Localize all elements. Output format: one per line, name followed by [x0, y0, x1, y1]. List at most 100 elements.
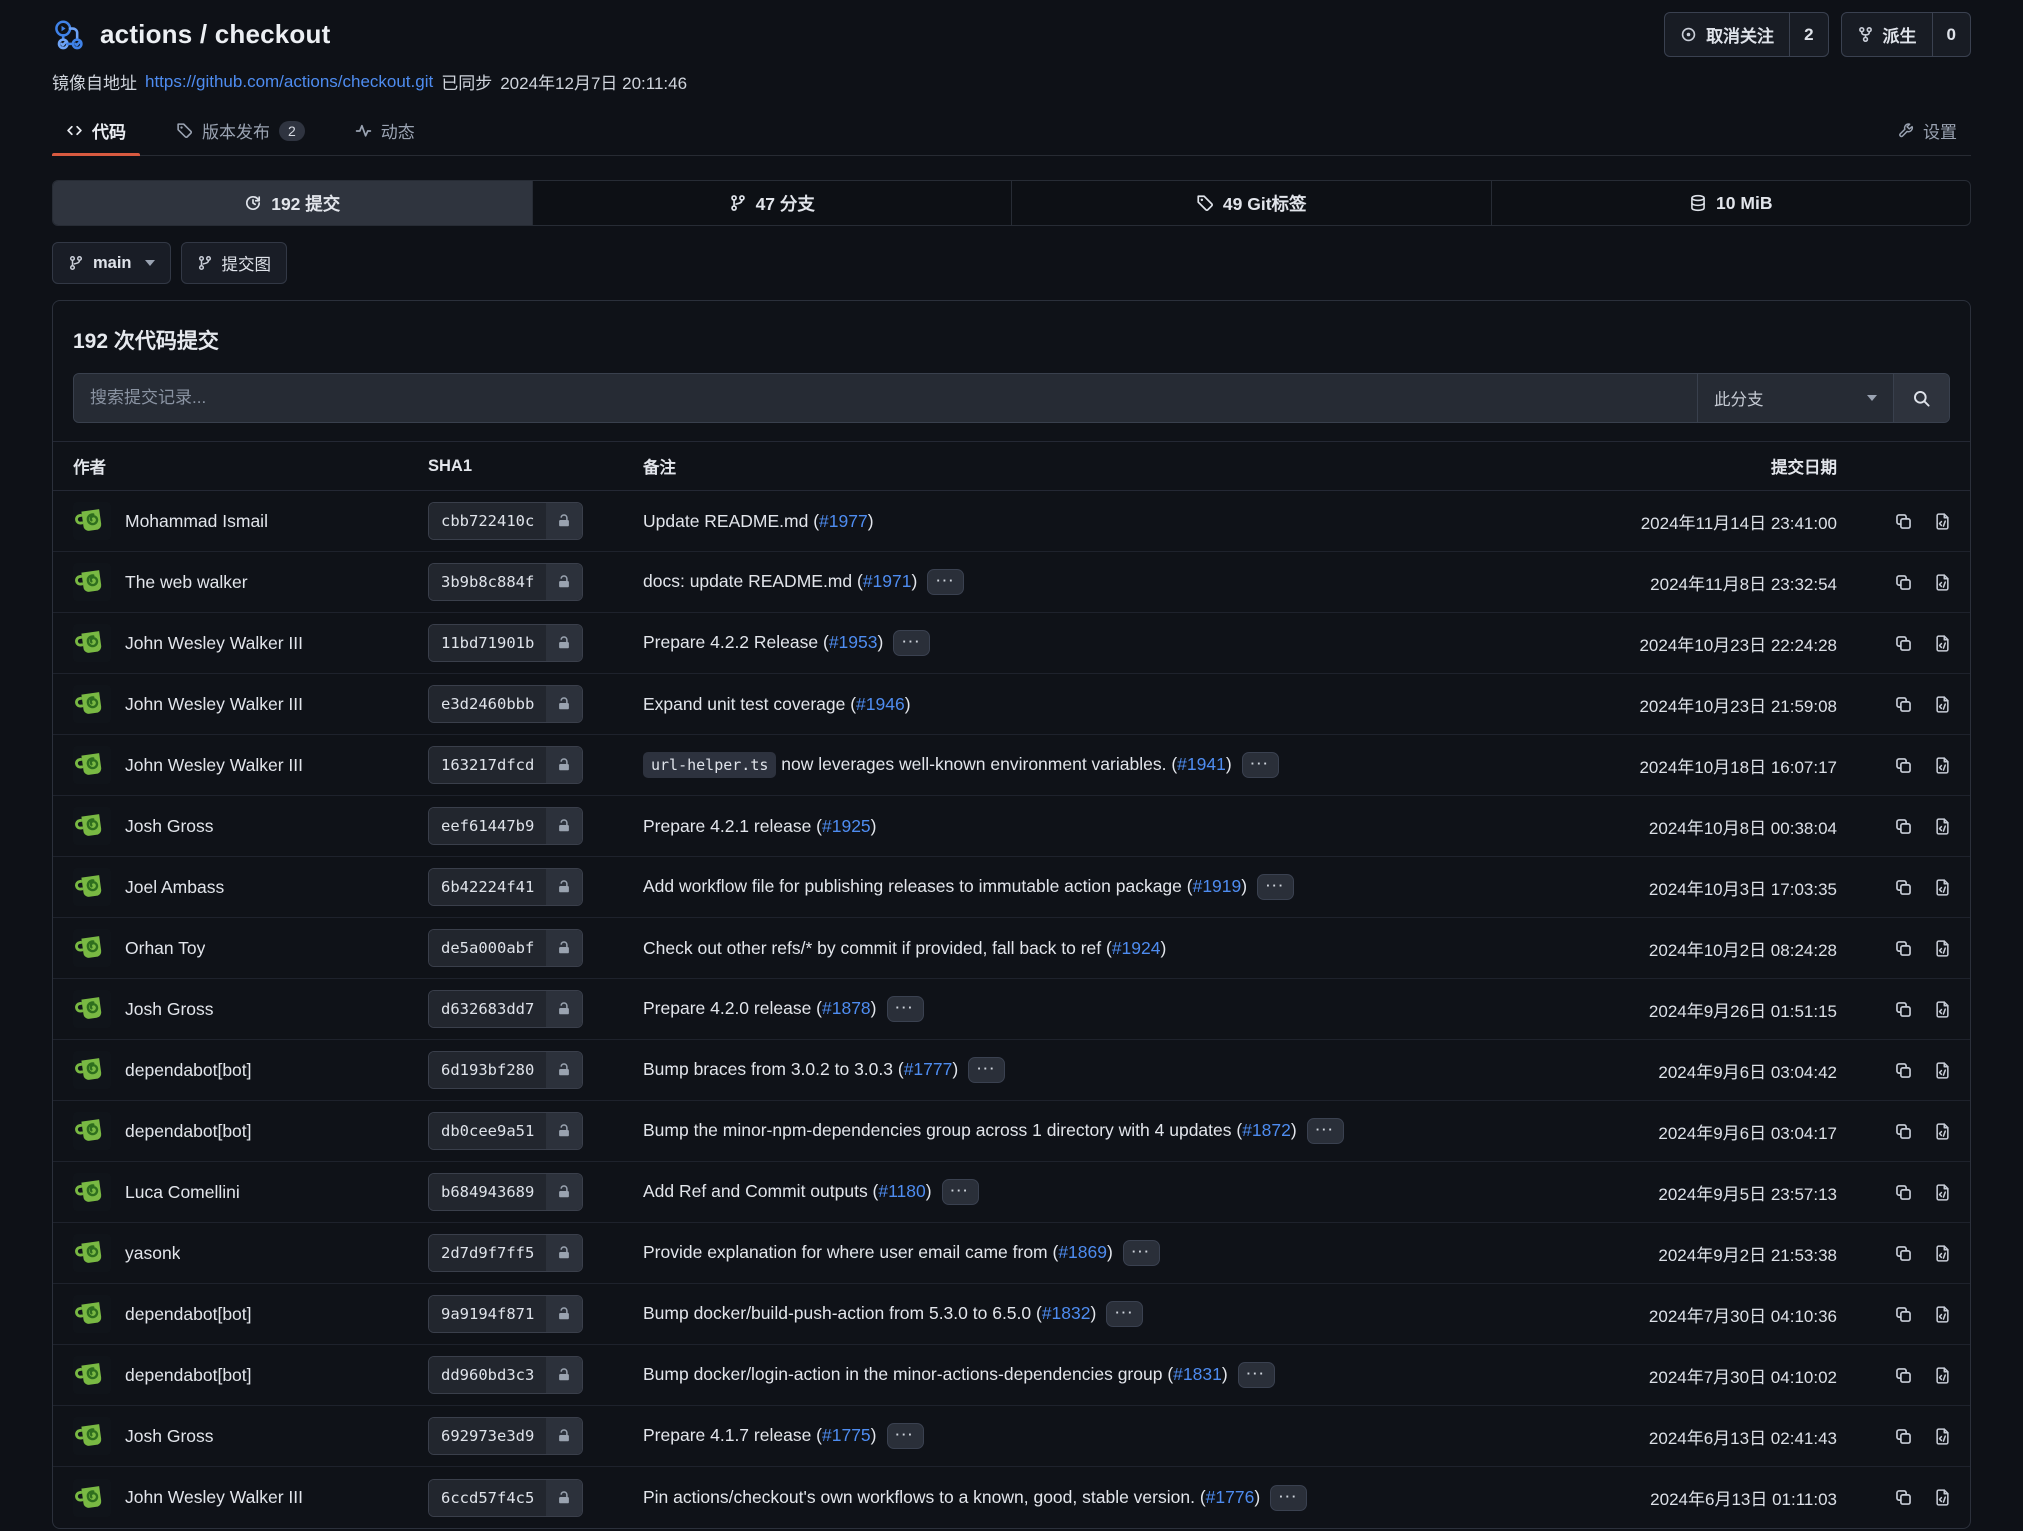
commit-message[interactable]: Expand unit test coverage (#1946): [643, 694, 1537, 715]
sha-badge[interactable]: d632683dd7: [428, 990, 583, 1028]
browse-source-button[interactable]: [1933, 1061, 1952, 1080]
commit-message[interactable]: Prepare 4.2.0 release (#1878)···: [643, 996, 1537, 1022]
browse-source-button[interactable]: [1933, 1244, 1952, 1263]
avatar[interactable]: [73, 990, 111, 1028]
sha-badge[interactable]: 6b42224f41: [428, 868, 583, 906]
sha-badge[interactable]: 163217dfcd: [428, 746, 583, 784]
avatar[interactable]: [73, 1234, 111, 1272]
search-button[interactable]: [1893, 374, 1949, 422]
commit-message[interactable]: Prepare 4.1.7 release (#1775)···: [643, 1423, 1537, 1449]
copy-sha-button[interactable]: [1894, 817, 1913, 836]
commit-author[interactable]: Luca Comellini: [125, 1182, 240, 1203]
expand-commit-body-button[interactable]: ···: [1270, 1485, 1307, 1511]
commit-message[interactable]: Pin actions/checkout's own workflows to …: [643, 1485, 1537, 1511]
browse-source-button[interactable]: [1933, 878, 1952, 897]
tab-activity[interactable]: 动态: [341, 106, 429, 155]
sha-badge[interactable]: cbb722410c: [428, 502, 583, 540]
avatar[interactable]: [73, 1417, 111, 1455]
tab-code[interactable]: 代码: [52, 106, 140, 155]
expand-commit-body-button[interactable]: ···: [942, 1179, 979, 1205]
issue-link[interactable]: #1777: [904, 1059, 953, 1079]
sha-badge[interactable]: 9a9194f871: [428, 1295, 583, 1333]
issue-link[interactable]: #1872: [1242, 1120, 1291, 1140]
commit-author[interactable]: dependabot[bot]: [125, 1304, 252, 1325]
expand-commit-body-button[interactable]: ···: [1106, 1301, 1143, 1327]
branch-selector[interactable]: main: [52, 242, 171, 284]
commit-author[interactable]: Josh Gross: [125, 816, 214, 837]
copy-sha-button[interactable]: [1894, 878, 1913, 897]
expand-commit-body-button[interactable]: ···: [968, 1057, 1005, 1083]
sha-badge[interactable]: 6d193bf280: [428, 1051, 583, 1089]
issue-link[interactable]: #1971: [863, 571, 912, 591]
avatar[interactable]: [73, 1479, 111, 1517]
unwatch-button[interactable]: 取消关注 2: [1664, 12, 1828, 57]
commit-author[interactable]: The web walker: [125, 572, 248, 593]
issue-link[interactable]: #1775: [822, 1425, 871, 1445]
commit-message[interactable]: Check out other refs/* by commit if prov…: [643, 938, 1537, 959]
sha-badge[interactable]: 6ccd57f4c5: [428, 1479, 583, 1517]
avatar[interactable]: [73, 746, 111, 784]
commit-message[interactable]: Prepare 4.2.1 release (#1925): [643, 816, 1537, 837]
commit-author[interactable]: Orhan Toy: [125, 938, 205, 959]
copy-sha-button[interactable]: [1894, 1122, 1913, 1141]
issue-link[interactable]: #1919: [1193, 876, 1242, 896]
issue-link[interactable]: #1924: [1112, 938, 1161, 958]
sha-badge[interactable]: de5a000abf: [428, 929, 583, 967]
copy-sha-button[interactable]: [1894, 1305, 1913, 1324]
stat-branches[interactable]: 47 分支: [533, 181, 1013, 225]
issue-link[interactable]: #1832: [1042, 1303, 1091, 1323]
sha-badge[interactable]: eef61447b9: [428, 807, 583, 845]
commit-message[interactable]: Bump braces from 3.0.2 to 3.0.3 (#1777)·…: [643, 1057, 1537, 1083]
browse-source-button[interactable]: [1933, 1122, 1952, 1141]
copy-sha-button[interactable]: [1894, 1427, 1913, 1446]
copy-sha-button[interactable]: [1894, 939, 1913, 958]
commit-message[interactable]: Update README.md (#1977): [643, 511, 1537, 532]
copy-sha-button[interactable]: [1894, 634, 1913, 653]
avatar[interactable]: [73, 929, 111, 967]
issue-link[interactable]: #1953: [829, 632, 878, 652]
commit-message[interactable]: docs: update README.md (#1971)···: [643, 569, 1537, 595]
browse-source-button[interactable]: [1933, 512, 1952, 531]
commit-message[interactable]: Bump docker/login-action in the minor-ac…: [643, 1362, 1537, 1388]
sha-badge[interactable]: 692973e3d9: [428, 1417, 583, 1455]
commit-author[interactable]: John Wesley Walker III: [125, 755, 303, 776]
commit-author[interactable]: John Wesley Walker III: [125, 694, 303, 715]
commit-message[interactable]: Bump the minor-npm-dependencies group ac…: [643, 1118, 1537, 1144]
sha-badge[interactable]: 2d7d9f7ff5: [428, 1234, 583, 1272]
browse-source-button[interactable]: [1933, 1366, 1952, 1385]
browse-source-button[interactable]: [1933, 939, 1952, 958]
browse-source-button[interactable]: [1933, 1305, 1952, 1324]
avatar[interactable]: [73, 1356, 111, 1394]
copy-sha-button[interactable]: [1894, 1000, 1913, 1019]
fork-button[interactable]: 派生 0: [1841, 12, 1971, 57]
browse-source-button[interactable]: [1933, 1000, 1952, 1019]
avatar[interactable]: [73, 868, 111, 906]
browse-source-button[interactable]: [1933, 1488, 1952, 1507]
copy-sha-button[interactable]: [1894, 1061, 1913, 1080]
commit-message[interactable]: Add Ref and Commit outputs (#1180)···: [643, 1179, 1537, 1205]
copy-sha-button[interactable]: [1894, 1488, 1913, 1507]
expand-commit-body-button[interactable]: ···: [1242, 752, 1279, 778]
sha-badge[interactable]: 3b9b8c884f: [428, 563, 583, 601]
browse-source-button[interactable]: [1933, 695, 1952, 714]
commit-message[interactable]: url-helper.ts now leverages well-known e…: [643, 752, 1537, 778]
org-avatar-workflow-icon[interactable]: [52, 18, 86, 52]
page-title[interactable]: actions / checkout: [100, 19, 330, 50]
sha-badge[interactable]: dd960bd3c3: [428, 1356, 583, 1394]
expand-commit-body-button[interactable]: ···: [887, 996, 924, 1022]
copy-sha-button[interactable]: [1894, 695, 1913, 714]
commit-author[interactable]: dependabot[bot]: [125, 1365, 252, 1386]
avatar[interactable]: [73, 563, 111, 601]
stat-commits[interactable]: 192 提交: [53, 181, 533, 225]
copy-sha-button[interactable]: [1894, 756, 1913, 775]
issue-link[interactable]: #1180: [878, 1181, 925, 1201]
browse-source-button[interactable]: [1933, 634, 1952, 653]
avatar[interactable]: [73, 807, 111, 845]
branch-filter-dropdown[interactable]: 此分支: [1697, 374, 1893, 422]
browse-source-button[interactable]: [1933, 756, 1952, 775]
commit-graph-button[interactable]: 提交图: [181, 242, 288, 284]
expand-commit-body-button[interactable]: ···: [927, 569, 964, 595]
issue-link[interactable]: #1946: [856, 694, 905, 714]
commit-author[interactable]: dependabot[bot]: [125, 1060, 252, 1081]
commit-author[interactable]: yasonk: [125, 1243, 180, 1264]
